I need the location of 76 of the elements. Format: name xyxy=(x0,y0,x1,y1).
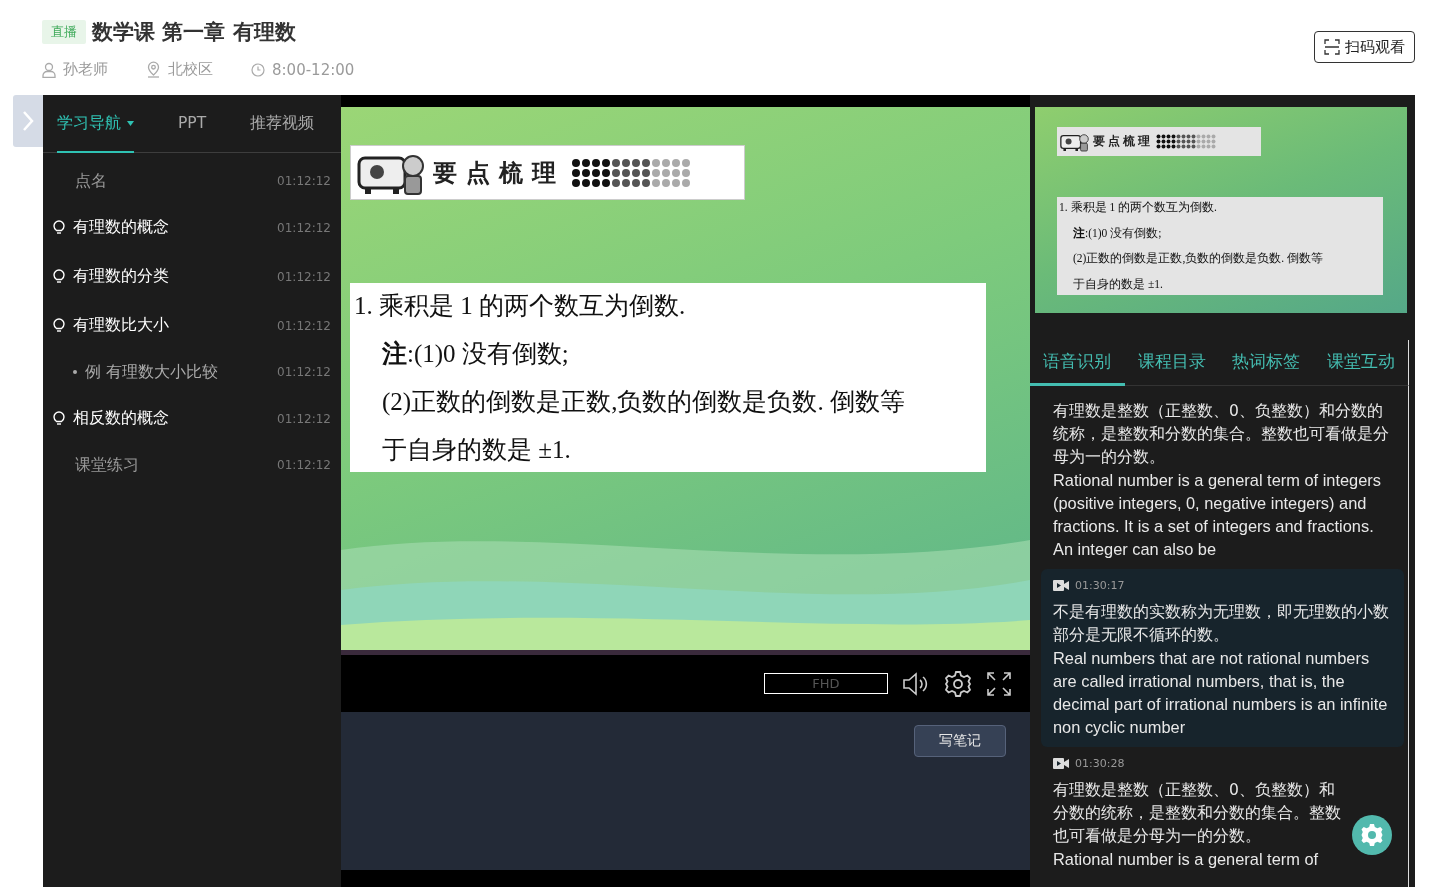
user-icon xyxy=(42,61,56,78)
panel-tab[interactable]: 热词标签 xyxy=(1219,340,1314,386)
fullscreen-icon[interactable] xyxy=(986,670,1012,697)
outline-item[interactable]: 课堂练习 01:12:12 xyxy=(43,443,341,487)
write-note-button[interactable]: 写笔记 xyxy=(914,725,1006,757)
slide-text: (2)正数的倒数是正数,负数的倒数是负数. 倒数等 xyxy=(381,387,906,418)
slide-text: 于自身的数是 ±1. xyxy=(1072,276,1164,292)
outline-item[interactable]: 有理数的概念 01:12:12 xyxy=(43,203,341,252)
outline-item[interactable]: 有理数的分类 01:12:12 xyxy=(43,252,341,301)
lightbulb-icon xyxy=(53,411,65,426)
bullet-icon xyxy=(73,370,77,374)
timestamp: 01:12:12 xyxy=(277,411,331,426)
slide-text: 1. 乘积是 1 的两个数互为倒数. xyxy=(354,291,687,321)
timestamp: 01:12:12 xyxy=(277,458,331,472)
lightbulb-icon xyxy=(53,220,65,235)
settings-icon[interactable] xyxy=(944,669,972,698)
outline-label: 相反数的概念 xyxy=(73,408,170,429)
outline-label: 有理数的概念 xyxy=(73,217,170,238)
outline-item[interactable]: 例 有理数大小比较 01:12:12 xyxy=(43,350,341,394)
panel-tab[interactable]: 课程目录 xyxy=(1124,340,1219,386)
outline-item[interactable]: 相反数的概念 01:12:12 xyxy=(43,394,341,443)
settings-icon xyxy=(1360,823,1384,847)
transcript-text: 有理数是整数（正整数、0、负整数）和分数的统称，是整数和分数的集合。整数也可看做是分母为一的分数。 xyxy=(1053,401,1390,468)
slide-heading: 要点梳理 xyxy=(433,156,565,189)
timestamp: 01:12:12 xyxy=(277,220,331,235)
transcript-time: 01:30:17 xyxy=(1075,579,1125,592)
outline-label: 点名 xyxy=(74,170,108,192)
settings-button[interactable] xyxy=(1352,815,1392,855)
meta-text: 北校区 xyxy=(168,60,213,79)
meta-text: 8:00-12:00 xyxy=(272,60,355,79)
transcript-time: 01:30:28 xyxy=(1075,757,1125,770)
transcript-text: 有理数是整数（正整数、0、负整数）和分数的统称，是整数和分数的集合。整数也可看做是分母为一的分数。 xyxy=(1053,780,1342,847)
dots-drawing xyxy=(1156,134,1216,149)
timestamp: 01:12:12 xyxy=(277,269,331,284)
sidebar-tab[interactable]: 学习导航 xyxy=(57,95,134,153)
lightbulb-icon xyxy=(53,318,65,333)
slide-text: (2)正数的倒数是正数,负数的倒数是负数. 倒数等 xyxy=(1072,251,1325,267)
scan-icon xyxy=(1324,39,1340,55)
outline-item[interactable]: 有理数比大小 01:12:12 xyxy=(43,301,341,350)
location-pin-icon xyxy=(146,61,161,78)
course-title: 数学课 第一章 有理数 xyxy=(92,19,296,46)
live-badge: 直播 xyxy=(42,20,86,44)
outline-label: 课堂练习 xyxy=(74,454,140,476)
panel-tab[interactable]: 语音识别 xyxy=(1030,340,1125,386)
slide-text: 注:(1)0 没有倒数; xyxy=(381,339,570,370)
outline-item[interactable]: 点名 01:12:12 xyxy=(43,159,341,203)
outline-label: 有理数的分类 xyxy=(73,266,170,287)
sidebar-tab[interactable]: 推荐视频 xyxy=(250,95,315,153)
volume-icon[interactable] xyxy=(902,671,930,696)
slide-text: 注:(1)0 没有倒数; xyxy=(1072,225,1163,241)
timestamp: 01:12:12 xyxy=(277,365,331,379)
slide-text: 1. 乘积是 1 的两个数互为倒数. xyxy=(1059,200,1218,215)
timestamp: 01:12:12 xyxy=(277,174,331,188)
outline-label: 有理数比大小 xyxy=(73,315,170,336)
transcript-translation: Rational number is a general term of xyxy=(1053,849,1320,870)
timestamp: 01:12:12 xyxy=(277,318,331,333)
transcript-entry[interactable]: 01:30:17 不是有理数的实数称为无理数，即无理数的小数部分是无限不循环的数。 Real numbers that are not rational numbers are called irrational numbers, that is, the decimal part of irrational numbers is an infinite non cyclic number xyxy=(1041,569,1404,747)
meta-text: 孙老师 xyxy=(63,60,108,79)
chevron-right-icon xyxy=(22,110,34,132)
slide-heading: 要点梳理 xyxy=(1093,133,1153,150)
expand-toggle[interactable] xyxy=(13,95,43,147)
slide-thumbnail[interactable]: 要点梳理 1. 乘积是 1 的两个数互为倒数. 注:(1)0 没有倒数; (2)正数的倒数是正数,负数的倒数是负数. 倒数等 于自身的数是 ±1. xyxy=(1035,107,1407,313)
video-camera-icon xyxy=(1053,758,1069,769)
board-icon xyxy=(1060,131,1090,152)
scan-button[interactable]: 扫码观看 xyxy=(1314,31,1415,63)
panel-tab[interactable]: 课堂互动 xyxy=(1313,340,1408,386)
transcript-text: 不是有理数的实数称为无理数，即无理数的小数部分是无限不循环的数。 xyxy=(1053,602,1390,646)
video-camera-icon xyxy=(1053,580,1069,591)
transcript-entry[interactable]: 01:30:28 有理数是整数（正整数、0、负整数）和分数的统称，是整数和分数的集合。整数也可看做是分母为一的分数。 Rational number is a general term of xyxy=(1041,747,1404,879)
lightbulb-icon xyxy=(53,269,65,284)
sidebar-tab[interactable]: PPT xyxy=(178,95,207,153)
transcript-translation: Real numbers that are not rational numbers are called irrational numbers, that is, the decimal part of irrational numbers is an infinite non cyclic number xyxy=(1053,648,1389,738)
outline-label: 例 有理数大小比较 xyxy=(85,361,219,383)
clock-icon xyxy=(251,62,265,77)
slide-text: 于自身的数是 ±1. xyxy=(381,435,572,465)
transcript-translation: Rational number is a general term of integers (positive integers, 0, negative integers) and fractions. It is a set of integers and fractions. An integer can also be xyxy=(1053,470,1382,560)
